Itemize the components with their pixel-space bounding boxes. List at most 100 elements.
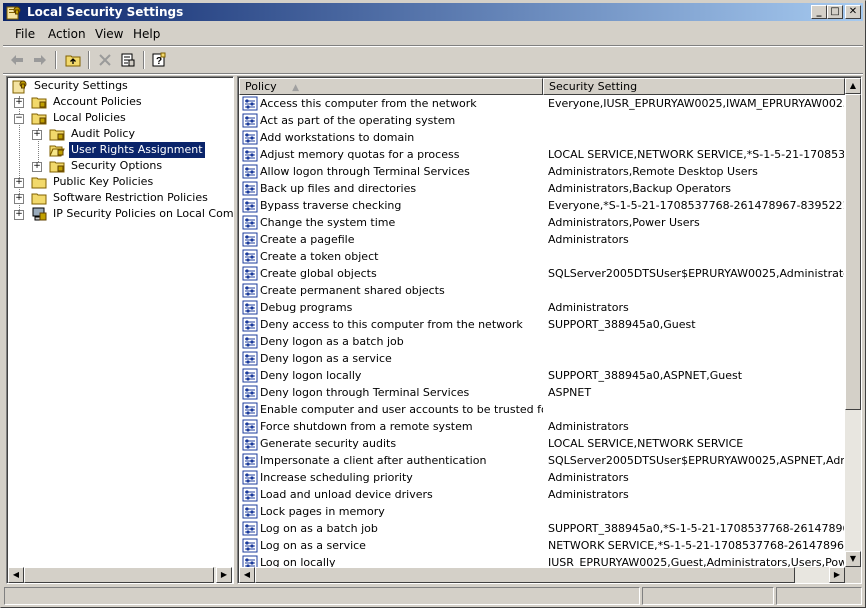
scroll-left-arrow-icon[interactable]: ◀	[239, 567, 255, 583]
menu-help[interactable]: Help	[133, 27, 160, 41]
policy-setting-icon	[242, 351, 258, 366]
table-row[interactable]: Log on as a batch job SUPPORT_388945a0,*S…	[239, 520, 845, 537]
policy-setting-icon	[242, 215, 258, 230]
table-row[interactable]: Bypass traverse checking Everyone,*S-1-5-…	[239, 197, 845, 214]
expand-plus-icon[interactable]: +	[32, 162, 42, 172]
table-row[interactable]: Deny logon as a batch job	[239, 333, 845, 350]
scroll-thumb[interactable]	[24, 567, 214, 583]
security-setting-value: ASPNET	[548, 386, 592, 399]
expand-plus-icon[interactable]: +	[14, 210, 24, 220]
scroll-up-arrow-icon[interactable]: ▲	[845, 78, 861, 94]
policy-setting-icon	[242, 334, 258, 349]
policy-list-pane: Policy ▲ Security Setting Access this co…	[237, 76, 862, 584]
table-row[interactable]: Adjust memory quotas for a process LOCAL …	[239, 146, 845, 163]
table-row[interactable]: Create a token object	[239, 248, 845, 265]
policy-setting-icon	[242, 419, 258, 434]
properties-button[interactable]	[118, 50, 138, 70]
forward-arrow-icon	[34, 55, 46, 65]
list-horizontal-scrollbar[interactable]: ◀ ▶	[239, 567, 845, 583]
minimize-button[interactable]: _	[811, 5, 827, 19]
table-row[interactable]: Lock pages in memory	[239, 503, 845, 520]
scroll-right-arrow-icon[interactable]: ▶	[829, 567, 845, 583]
security-setting-value: Administrators,Backup Operators	[548, 182, 731, 195]
menu-view[interactable]: View	[95, 27, 123, 41]
policy-name: Force shutdown from a remote system	[260, 420, 473, 433]
policy-setting-icon	[242, 232, 258, 247]
policy-setting-icon	[242, 317, 258, 332]
security-setting-value: Administrators,Power Users	[548, 216, 700, 229]
table-row[interactable]: Allow logon through Terminal Services Adm…	[239, 163, 845, 180]
svg-text:?: ?	[156, 56, 162, 67]
expand-plus-icon[interactable]: +	[32, 130, 42, 140]
security-setting-value: Everyone,IUSR_EPRURYAW0025,IWAM_EPRURYAW…	[548, 97, 844, 110]
expand-plus-icon[interactable]: +	[14, 194, 24, 204]
table-row[interactable]: Back up files and directories Administrat…	[239, 180, 845, 197]
table-row[interactable]: Increase scheduling priority Administrato…	[239, 469, 845, 486]
policy-name: Deny access to this computer from the ne…	[260, 318, 523, 331]
column-header-security-setting[interactable]: Security Setting	[543, 78, 845, 95]
table-row[interactable]: Change the system time Administrators,Pow…	[239, 214, 845, 231]
table-row[interactable]: Debug programs Administrators	[239, 299, 845, 316]
tree-item-label: Software Restriction Policies	[53, 191, 208, 204]
tree-horizontal-scrollbar[interactable]: ◀ ▶	[8, 567, 232, 583]
table-row[interactable]: Load and unload device drivers Administra…	[239, 486, 845, 503]
menu-action[interactable]: Action	[48, 27, 86, 41]
sort-ascending-icon: ▲	[292, 83, 300, 93]
column-header-policy[interactable]: Policy ▲	[239, 78, 543, 95]
table-row[interactable]: Enable computer and user accounts to be …	[239, 401, 845, 418]
scroll-down-arrow-icon[interactable]: ▼	[845, 551, 861, 567]
tree-item-label: Audit Policy	[71, 127, 135, 140]
table-row[interactable]: Deny access to this computer from the ne…	[239, 316, 845, 333]
scroll-left-arrow-icon[interactable]: ◀	[8, 567, 24, 583]
maximize-button[interactable]: □	[827, 5, 843, 19]
scroll-thumb[interactable]	[255, 567, 795, 583]
table-row[interactable]: Log on as a service NETWORK SERVICE,*S-1-…	[239, 537, 845, 554]
policy-setting-icon	[242, 96, 258, 111]
tree-pane: Security Settings + Account Policies − L…	[6, 76, 234, 584]
policy-name: Enable computer and user accounts to be …	[260, 403, 543, 416]
scroll-thumb[interactable]	[845, 94, 861, 410]
policy-setting-icon	[242, 300, 258, 315]
table-row[interactable]: Access this computer from the network Eve…	[239, 95, 845, 112]
delete-button[interactable]	[95, 50, 115, 70]
table-row[interactable]: Deny logon through Terminal Services ASPN…	[239, 384, 845, 401]
title-bar[interactable]: Local Security Settings _ □ ✕	[3, 3, 863, 21]
policy-setting-icon	[242, 555, 258, 567]
table-row[interactable]: Deny logon locally SUPPORT_388945a0,ASPNE…	[239, 367, 845, 384]
policy-name: Lock pages in memory	[260, 505, 385, 518]
close-button[interactable]: ✕	[845, 5, 861, 19]
forward-button[interactable]	[30, 50, 50, 70]
expand-plus-icon[interactable]: +	[14, 98, 24, 108]
policy-name: Add workstations to domain	[260, 131, 415, 144]
column-header-label: Security Setting	[549, 80, 638, 93]
table-row[interactable]: Add workstations to domain	[239, 129, 845, 146]
back-button[interactable]	[7, 50, 27, 70]
policy-setting-icon	[242, 436, 258, 451]
collapse-minus-icon[interactable]: −	[14, 114, 24, 124]
delete-icon	[99, 54, 111, 66]
security-setting-value: Administrators	[548, 471, 629, 484]
up-one-level-button[interactable]	[63, 50, 83, 70]
menu-file[interactable]: File	[15, 27, 35, 41]
policy-setting-icon	[242, 181, 258, 196]
policy-name: Deny logon through Terminal Services	[260, 386, 470, 399]
table-row[interactable]: Create permanent shared objects	[239, 282, 845, 299]
table-row[interactable]: Deny logon as a service	[239, 350, 845, 367]
security-setting-value: SQLServer2005DTSUser$EPRURYAW0025,Admini…	[548, 267, 844, 280]
table-row[interactable]: Act as part of the operating system	[239, 112, 845, 129]
tree-item-label: Public Key Policies	[53, 175, 154, 188]
help-button[interactable]: ?	[149, 50, 169, 70]
table-row[interactable]: Create global objects SQLServer2005DTSUse…	[239, 265, 845, 282]
policy-name: Deny logon as a service	[260, 352, 392, 365]
policy-name: Log on as a batch job	[260, 522, 378, 535]
list-vertical-scrollbar[interactable]: ▲ ▼	[845, 78, 861, 567]
policy-name: Create global objects	[260, 267, 377, 280]
policy-setting-icon	[242, 470, 258, 485]
scroll-right-arrow-icon[interactable]: ▶	[216, 567, 232, 583]
table-row[interactable]: Create a pagefile Administrators	[239, 231, 845, 248]
table-row[interactable]: Force shutdown from a remote system Admin…	[239, 418, 845, 435]
expand-plus-icon[interactable]: +	[14, 178, 24, 188]
table-row[interactable]: Generate security audits LOCAL SERVICE,NE…	[239, 435, 845, 452]
table-row[interactable]: Impersonate a client after authenticatio…	[239, 452, 845, 469]
table-row[interactable]: Log on locally IUSR_EPRURYAW0025,Guest,Ad…	[239, 554, 845, 567]
